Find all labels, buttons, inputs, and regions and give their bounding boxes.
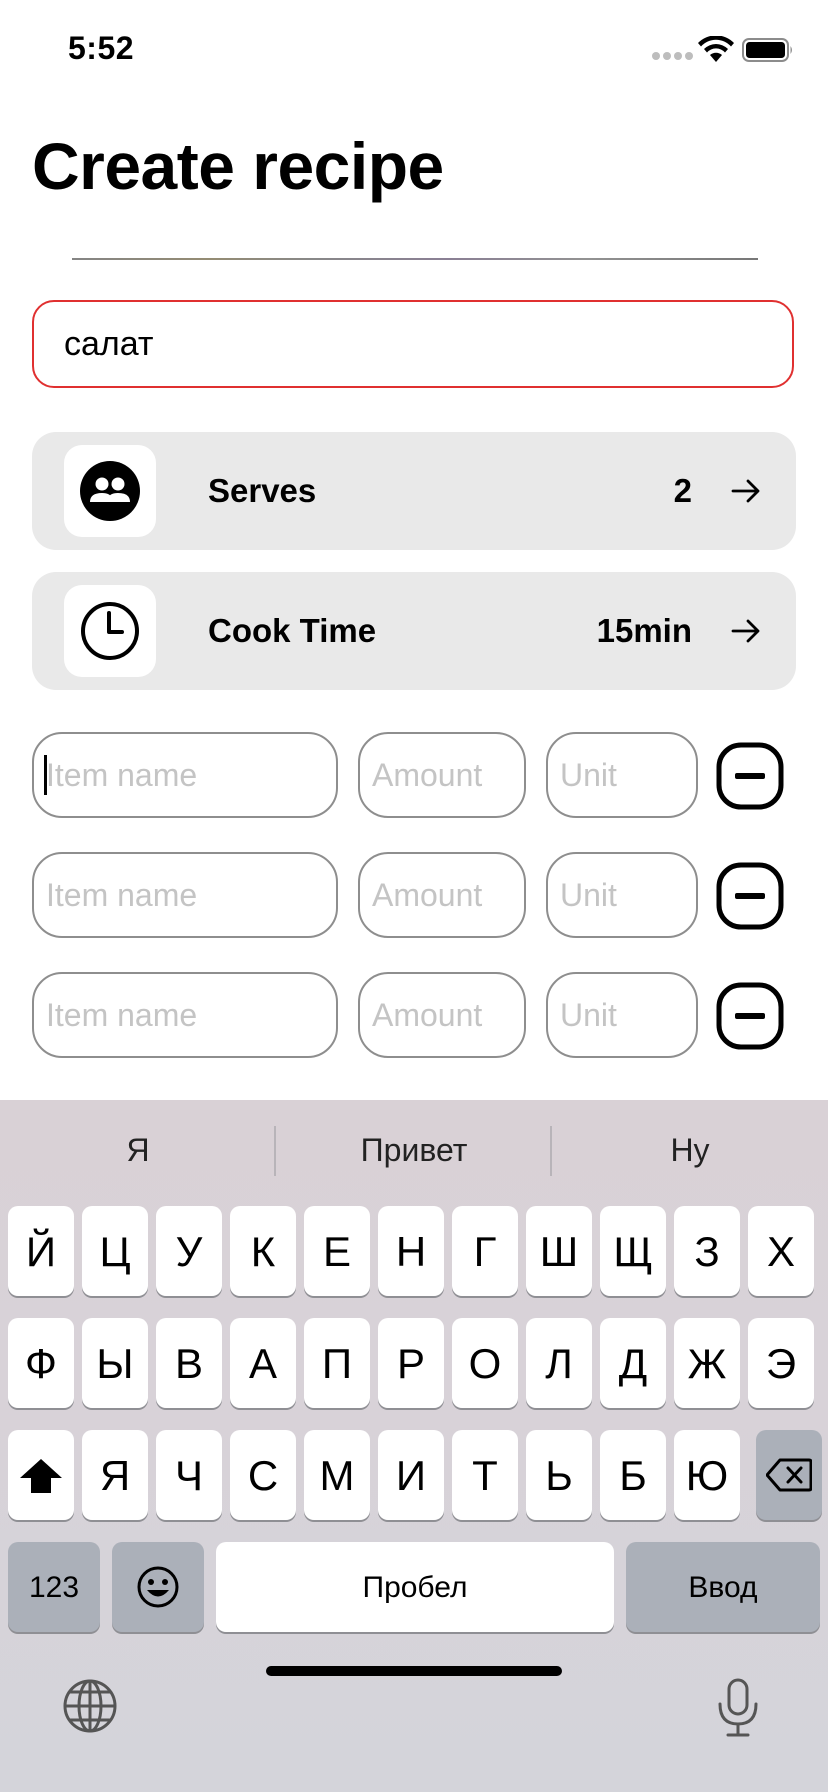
minus-square-icon[interactable]: [716, 742, 784, 810]
arrow-right-icon: [731, 479, 760, 503]
space-key[interactable]: Пробел: [216, 1542, 614, 1632]
keyboard: Я Привет Ну Й Ц У К Е Н Г Ш Щ З Х Ф Ы В …: [0, 1100, 828, 1792]
amount-input[interactable]: [358, 732, 526, 818]
key[interactable]: К: [230, 1206, 296, 1296]
key[interactable]: Э: [748, 1318, 814, 1408]
emoji-key[interactable]: [112, 1542, 204, 1632]
cook-time-row[interactable]: Cook Time 15min: [32, 572, 796, 690]
cook-time-label: Cook Time: [208, 612, 377, 649]
amount-input[interactable]: [358, 852, 526, 938]
unit-input[interactable]: [546, 972, 698, 1058]
key[interactable]: П: [304, 1318, 370, 1408]
backspace-icon: [765, 1458, 813, 1492]
serves-value: 2: [673, 472, 692, 509]
shift-icon: [20, 1459, 62, 1493]
key[interactable]: Т: [452, 1430, 518, 1520]
suggestion-item[interactable]: Привет: [276, 1100, 552, 1196]
page-title: Create recipe: [32, 129, 444, 203]
key[interactable]: У: [156, 1206, 222, 1296]
key[interactable]: Б: [600, 1430, 666, 1520]
key[interactable]: Ь: [526, 1430, 592, 1520]
clock-icon: [81, 602, 139, 660]
key[interactable]: Ш: [526, 1206, 592, 1296]
cook-time-icon-box: [64, 585, 156, 677]
cook-time-value: 15min: [596, 612, 692, 649]
key[interactable]: С: [230, 1430, 296, 1520]
key[interactable]: В: [156, 1318, 222, 1408]
home-indicator[interactable]: [266, 1666, 562, 1676]
serves-icon-box: [64, 445, 156, 537]
minus-square-icon[interactable]: [716, 862, 784, 930]
wifi-icon: [698, 36, 734, 62]
key[interactable]: Ю: [674, 1430, 740, 1520]
key[interactable]: Е: [304, 1206, 370, 1296]
key[interactable]: Й: [8, 1206, 74, 1296]
key[interactable]: Л: [526, 1318, 592, 1408]
item-name-input[interactable]: [32, 732, 338, 818]
return-key[interactable]: Ввод: [626, 1542, 820, 1632]
amount-input[interactable]: [358, 972, 526, 1058]
shift-key[interactable]: [8, 1430, 74, 1520]
status-time: 5:52: [68, 30, 135, 66]
key[interactable]: Х: [748, 1206, 814, 1296]
unit-input[interactable]: [546, 852, 698, 938]
key[interactable]: А: [230, 1318, 296, 1408]
microphone-icon[interactable]: [716, 1678, 760, 1738]
key[interactable]: Ц: [82, 1206, 148, 1296]
battery-icon: [742, 38, 792, 62]
key[interactable]: Н: [378, 1206, 444, 1296]
key[interactable]: Д: [600, 1318, 666, 1408]
suggestion-item[interactable]: Ну: [552, 1100, 828, 1196]
key[interactable]: О: [452, 1318, 518, 1408]
globe-icon[interactable]: [62, 1678, 118, 1734]
numbers-key[interactable]: 123: [8, 1542, 100, 1632]
people-icon: [80, 461, 140, 521]
item-name-input[interactable]: [32, 972, 338, 1058]
key[interactable]: Щ: [600, 1206, 666, 1296]
key[interactable]: З: [674, 1206, 740, 1296]
arrow-right-icon: [731, 619, 760, 643]
emoji-icon: [137, 1566, 179, 1608]
key[interactable]: Ж: [674, 1318, 740, 1408]
minus-square-icon[interactable]: [716, 982, 784, 1050]
cellular-signal-icon: [652, 52, 693, 60]
key[interactable]: Ы: [82, 1318, 148, 1408]
key[interactable]: Я: [82, 1430, 148, 1520]
suggestion-item[interactable]: Я: [0, 1100, 276, 1196]
key[interactable]: И: [378, 1430, 444, 1520]
serves-label: Serves: [208, 472, 317, 509]
image-divider: [72, 258, 758, 260]
item-name-input[interactable]: [32, 852, 338, 938]
key[interactable]: Р: [378, 1318, 444, 1408]
unit-input[interactable]: [546, 732, 698, 818]
key[interactable]: Г: [452, 1206, 518, 1296]
key[interactable]: Ф: [8, 1318, 74, 1408]
key[interactable]: М: [304, 1430, 370, 1520]
key[interactable]: Ч: [156, 1430, 222, 1520]
status-bar: 5:52: [0, 0, 828, 100]
serves-row[interactable]: Serves 2: [32, 432, 796, 550]
delete-key[interactable]: [756, 1430, 822, 1520]
recipe-name-input[interactable]: [32, 300, 794, 388]
text-cursor: [44, 755, 47, 795]
